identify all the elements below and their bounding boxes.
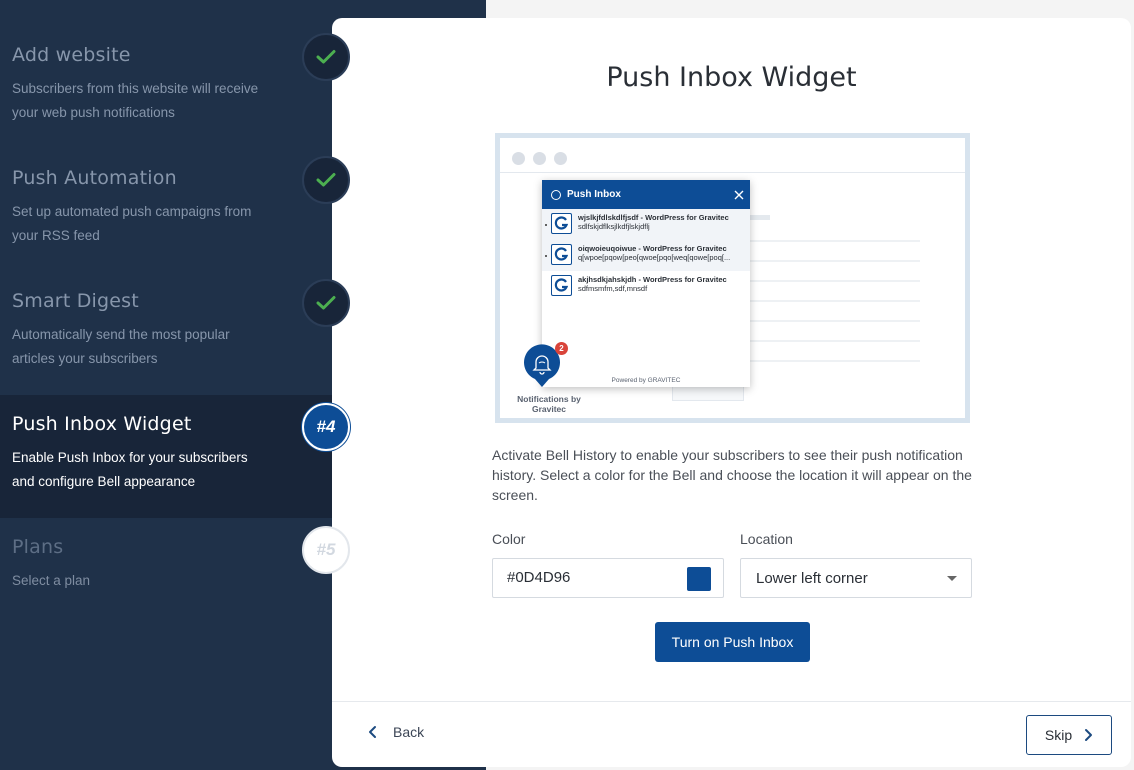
turn-on-push-inbox-button[interactable]: Turn on Push Inbox [655, 622, 810, 662]
push-inbox-popup: Push Inbox wjslkjfdlskdlfjsdf - WordPres… [542, 180, 750, 387]
skip-button[interactable]: Skip [1026, 715, 1112, 755]
back-button[interactable]: Back [368, 724, 424, 740]
color-swatch[interactable] [687, 567, 711, 591]
skeleton-line [750, 240, 920, 242]
location-select-value: Lower left corner [756, 570, 868, 587]
skeleton-line [750, 320, 920, 322]
location-label: Location [740, 531, 793, 547]
color-field[interactable] [492, 558, 724, 598]
chevron-right-icon [1085, 729, 1093, 741]
push-inbox-title: Push Inbox [567, 189, 621, 200]
step-complete-badge [302, 279, 350, 327]
gravitec-logo-icon [551, 275, 572, 296]
checkmark-icon [316, 296, 336, 310]
bell-caption: Notifications by Gravitec [517, 394, 581, 414]
browser-dot [533, 152, 546, 165]
checkmark-icon [316, 50, 336, 64]
step-description: Select a plan [12, 573, 91, 588]
unread-indicator [545, 255, 547, 257]
notification-title: wjslkjfdlskdlfjsdf - WordPress for Gravi… [578, 213, 729, 222]
step-description: Set up automated push campaigns from you… [12, 204, 252, 243]
bell-count-badge: 2 [555, 342, 568, 355]
skeleton-line [750, 215, 770, 220]
widget-preview: Push Inbox wjslkjfdlskdlfjsdf - WordPres… [495, 133, 970, 423]
page-title: Push Inbox Widget [606, 62, 857, 93]
notification-item: wjslkjfdlskdlfjsdf - WordPress for Gravi… [542, 209, 750, 240]
skeleton-line [750, 300, 920, 302]
notification-body: q[wpoe[pqow[peo[qwoe[pqo[weq[qowe[poq[..… [578, 253, 731, 262]
notification-title: oiqwoieuqoiwue - WordPress for Gravitec [578, 244, 727, 253]
footer-divider [332, 701, 1131, 702]
step-title: Plans [12, 536, 64, 558]
chevron-down-icon [947, 576, 957, 581]
step-title: Add website [12, 44, 131, 66]
notification-body: sdlfskjdflksjlkdfjlskjdflj [578, 222, 650, 231]
skeleton-line [750, 260, 920, 262]
skip-label: Skip [1044, 727, 1073, 743]
step-title: Smart Digest [12, 290, 139, 312]
main-card: Push Inbox Widget Push Inbox wjslkjfdlsk… [332, 18, 1131, 767]
chevron-left-icon [369, 726, 376, 738]
sidebar-step-push-automation[interactable]: Push Automation Set up automated push ca… [0, 123, 332, 246]
gravitec-logo-icon [551, 213, 572, 234]
skeleton-line [750, 280, 920, 282]
location-select[interactable]: Lower left corner [740, 558, 972, 598]
step-description: Enable Push Inbox for your subscribers a… [12, 450, 248, 489]
sidebar-step-push-inbox-widget[interactable]: Push Inbox Widget Enable Push Inbox for … [0, 395, 332, 518]
notification-item: oiqwoieuqoiwue - WordPress for Gravitec … [542, 240, 750, 271]
sidebar-step-smart-digest[interactable]: Smart Digest Automatically send the most… [0, 246, 332, 369]
step-complete-badge [302, 156, 350, 204]
clock-icon [551, 189, 561, 200]
notification-title: akjhsdkjahskjdh - WordPress for Gravitec [578, 275, 727, 284]
color-input[interactable] [507, 569, 677, 586]
step-number: #4 [316, 417, 336, 436]
step-description: Automatically send the most popular arti… [12, 327, 230, 366]
step-title: Push Automation [12, 167, 177, 189]
close-icon [734, 190, 744, 200]
step-title: Push Inbox Widget [12, 413, 192, 435]
sidebar-step-add-website[interactable]: Add website Subscribers from this websit… [0, 0, 332, 123]
gravitec-logo-icon [551, 244, 572, 265]
push-inbox-header: Push Inbox [542, 180, 750, 209]
notification-item: akjhsdkjahskjdh - WordPress for Gravitec… [542, 271, 750, 302]
notification-body: sdfmsmfm,sdf,mnsdf [578, 284, 648, 293]
step-number-badge: #5 [302, 526, 350, 574]
skeleton-line [750, 340, 920, 342]
step-number-badge: #4 [302, 403, 350, 451]
sidebar-step-plans[interactable]: Plans Select a plan [0, 518, 332, 641]
unread-indicator [545, 224, 547, 226]
powered-by-label: Powered by GRAVITEC [611, 377, 681, 384]
checkmark-icon [316, 173, 336, 187]
browser-dot [512, 152, 525, 165]
step-number: #5 [316, 540, 336, 559]
browser-divider [500, 172, 965, 173]
browser-dot [554, 152, 567, 165]
color-label: Color [492, 531, 526, 547]
skeleton-line [750, 360, 920, 362]
widget-description: Activate Bell History to enable your sub… [492, 447, 972, 503]
step-description: Subscribers from this website will recei… [12, 81, 259, 120]
step-complete-badge [302, 33, 350, 81]
back-label: Back [393, 724, 425, 740]
